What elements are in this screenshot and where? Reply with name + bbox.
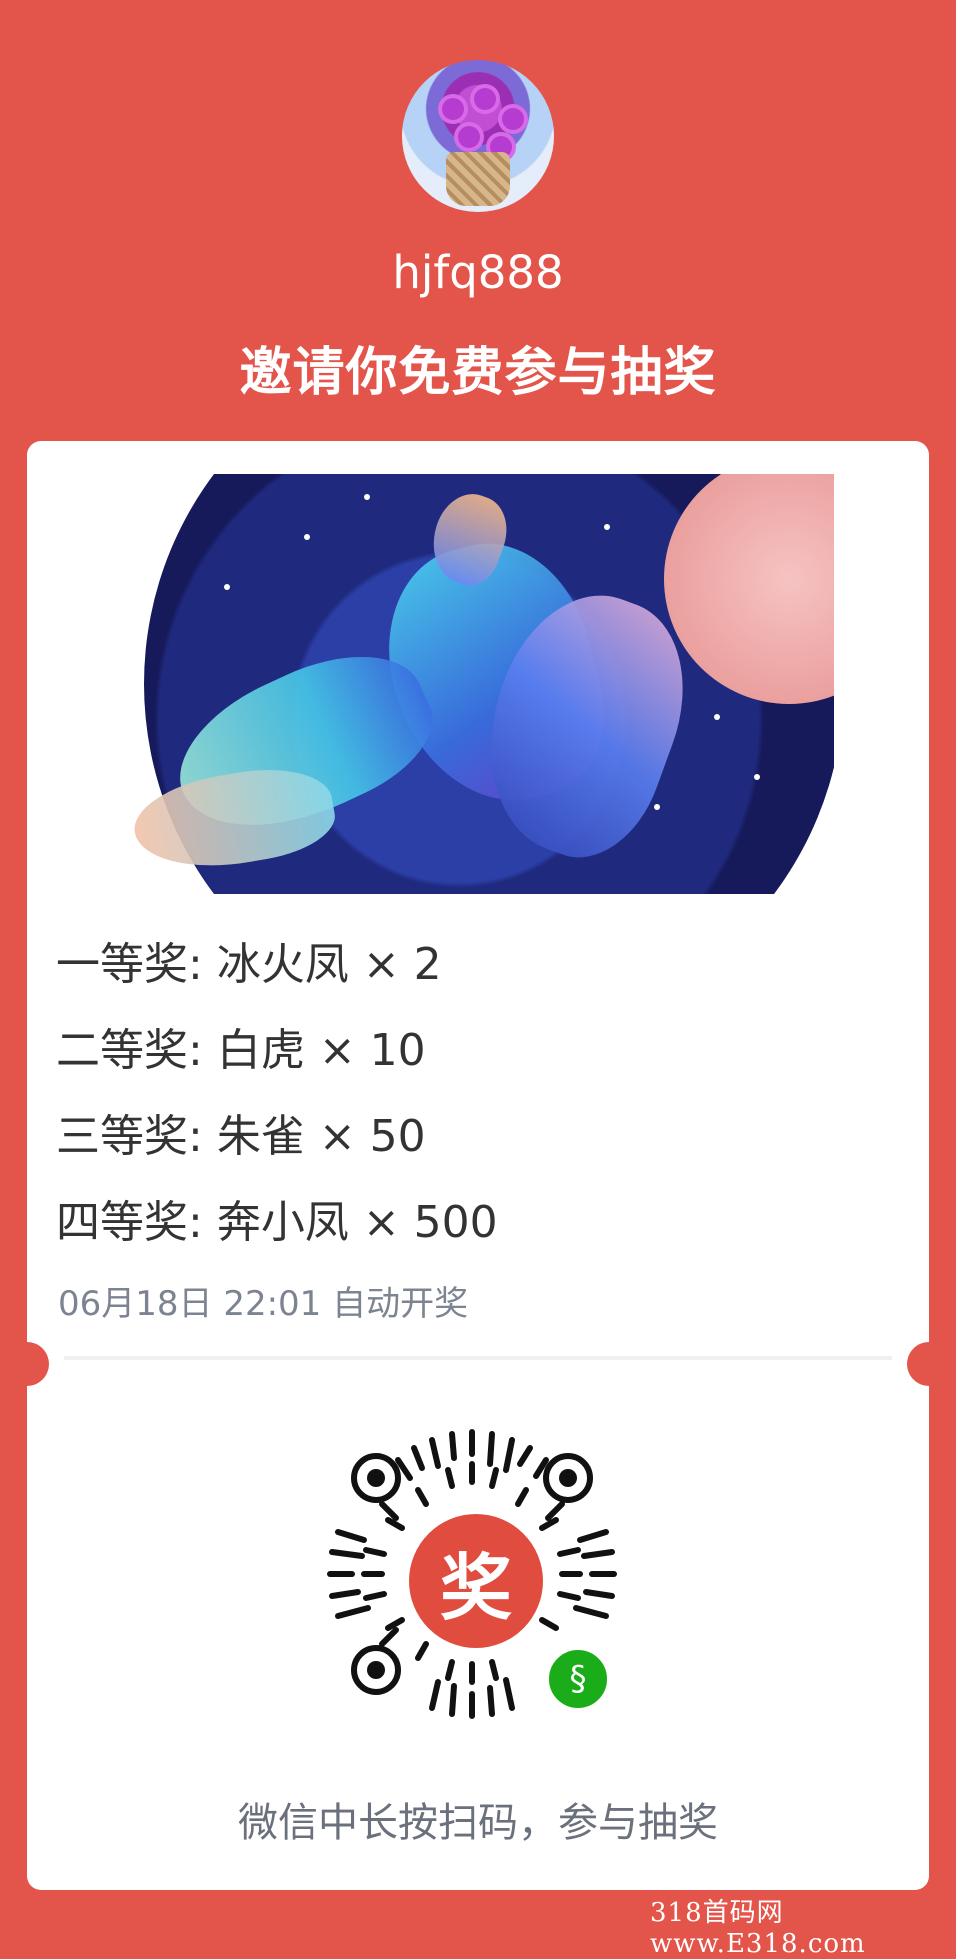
phoenix-banner-image — [134, 474, 834, 894]
username: hjfq888 — [392, 246, 564, 299]
prize-item: 奔小凤 × 500 — [216, 1197, 498, 1248]
prize-level: 四等奖: — [56, 1197, 203, 1248]
prize-first: 一等奖: 冰火凤 × 2 — [56, 928, 442, 992]
flower-decor — [458, 126, 480, 148]
prize-third: 三等奖: 朱雀 × 50 — [56, 1100, 426, 1164]
flower-decor — [474, 88, 496, 110]
scan-hint: 微信中长按扫码，参与抽奖 — [238, 1800, 718, 1846]
avatar[interactable] — [402, 60, 554, 212]
card-notch-right — [907, 1342, 951, 1386]
draw-time: 06月18日 22:01 自动开奖 — [58, 1284, 469, 1324]
prize-item: 冰火凤 × 2 — [216, 939, 442, 990]
prize-fourth: 四等奖: 奔小凤 × 500 — [56, 1186, 498, 1250]
prize-level: 二等奖: — [56, 1025, 203, 1076]
card-notch-left — [5, 1342, 49, 1386]
basket-decor — [446, 152, 510, 206]
wechat-miniprogram-icon: § — [545, 1646, 611, 1712]
prize-item: 白虎 × 10 — [216, 1025, 426, 1076]
flower-decor — [442, 98, 464, 120]
prize-item: 朱雀 × 50 — [216, 1111, 426, 1162]
flower-decor — [502, 108, 524, 130]
invite-title: 邀请你免费参与抽奖 — [239, 343, 717, 403]
prize-level: 一等奖: — [56, 939, 203, 990]
site-watermark: 318首码网 www.E318.com — [650, 1898, 866, 1959]
prize-second: 二等奖: 白虎 × 10 — [56, 1014, 426, 1078]
qr-center-badge: 奖 — [409, 1514, 543, 1648]
prize-level: 三等奖: — [56, 1111, 203, 1162]
divider — [64, 1356, 892, 1360]
